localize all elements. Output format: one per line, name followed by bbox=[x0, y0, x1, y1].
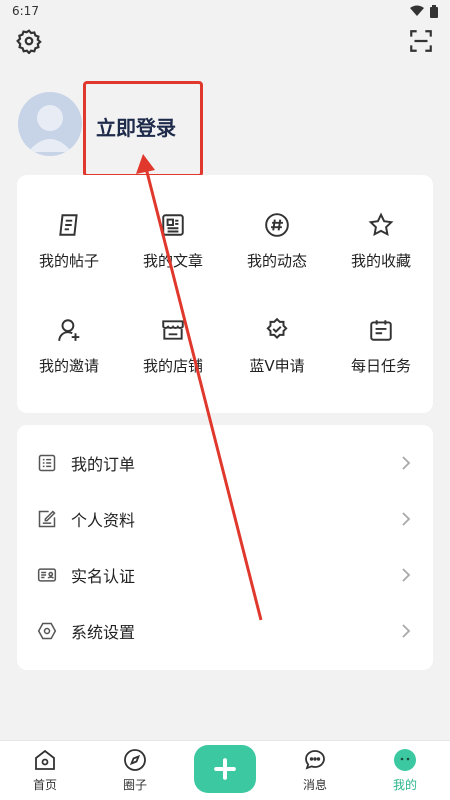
article-icon bbox=[162, 214, 184, 236]
scan-icon[interactable] bbox=[408, 28, 434, 54]
battery-icon bbox=[430, 4, 438, 18]
default-avatar-icon bbox=[28, 105, 72, 152]
calendar-icon bbox=[370, 320, 392, 341]
login-button[interactable]: 立即登录 bbox=[96, 112, 176, 141]
hexagon-settings-icon bbox=[37, 622, 57, 640]
list-item-orders[interactable]: 我的订单 bbox=[17, 435, 433, 491]
chevron-right-icon bbox=[402, 456, 411, 470]
tab-mine[interactable]: 我的 bbox=[370, 748, 440, 793]
star-icon bbox=[368, 212, 394, 237]
grid-item-favorites[interactable]: 我的收藏 bbox=[329, 189, 433, 294]
tab-create[interactable] bbox=[190, 744, 260, 793]
chevron-right-icon bbox=[402, 624, 411, 638]
profile-face-icon bbox=[394, 749, 416, 771]
top-bar bbox=[0, 24, 450, 58]
tab-label: 圈子 bbox=[122, 778, 147, 792]
create-post-button[interactable] bbox=[194, 744, 256, 793]
order-list-icon bbox=[38, 454, 56, 472]
gear-icon[interactable] bbox=[16, 28, 42, 54]
list-item-verification[interactable]: 实名认证 bbox=[17, 547, 433, 603]
tab-home[interactable]: 首页 bbox=[10, 748, 80, 793]
grid-label: 我的动态 bbox=[246, 252, 307, 270]
wifi-icon bbox=[410, 5, 424, 16]
profile-header: 立即登录 bbox=[18, 81, 438, 177]
grid-item-blue-v[interactable]: 蓝V申请 bbox=[225, 294, 329, 399]
grid-label: 我的邀请 bbox=[38, 357, 99, 375]
avatar[interactable] bbox=[18, 92, 82, 156]
list-label: 我的订单 bbox=[71, 455, 136, 474]
grid-item-invites[interactable]: 我的邀请 bbox=[17, 294, 121, 399]
list-item-profile[interactable]: 个人资料 bbox=[17, 491, 433, 547]
status-time: 6:17 bbox=[12, 4, 39, 18]
grid-label: 我的店铺 bbox=[142, 357, 203, 375]
grid-item-daily-tasks[interactable]: 每日任务 bbox=[329, 294, 433, 399]
grid-label: 我的文章 bbox=[142, 252, 203, 270]
bottom-tab-bar: 首页 圈子 消息 我的 bbox=[0, 740, 450, 800]
chevron-right-icon bbox=[402, 568, 411, 582]
message-icon bbox=[305, 750, 325, 770]
status-icons bbox=[410, 4, 438, 18]
chevron-right-icon bbox=[402, 512, 411, 526]
grid-label: 我的帖子 bbox=[38, 252, 99, 270]
list-label: 个人资料 bbox=[71, 511, 136, 530]
store-icon bbox=[162, 320, 184, 340]
tab-messages[interactable]: 消息 bbox=[280, 748, 350, 793]
list-label: 实名认证 bbox=[71, 567, 136, 586]
invite-user-icon bbox=[58, 319, 80, 341]
grid-label: 我的收藏 bbox=[350, 252, 411, 270]
post-icon bbox=[59, 214, 78, 236]
hashtag-icon bbox=[265, 213, 289, 237]
tab-label: 消息 bbox=[302, 778, 327, 792]
id-card-icon bbox=[37, 568, 57, 582]
tab-label: 首页 bbox=[32, 778, 57, 792]
grid-item-articles[interactable]: 我的文章 bbox=[121, 189, 225, 294]
feature-grid: 我的帖子 我的文章 我的动态 我的收藏 我的邀请 我的店铺 蓝V申请 每日任务 bbox=[17, 175, 433, 413]
grid-label: 蓝V申请 bbox=[249, 357, 305, 375]
list-item-system-settings[interactable]: 系统设置 bbox=[17, 603, 433, 659]
settings-list: 我的订单 个人资料 实名认证 系统设置 bbox=[17, 425, 433, 670]
plus-icon bbox=[214, 757, 236, 780]
edit-profile-icon bbox=[38, 510, 56, 528]
list-label: 系统设置 bbox=[71, 623, 136, 642]
compass-icon bbox=[124, 749, 146, 771]
tab-label: 我的 bbox=[392, 778, 417, 792]
tab-circle[interactable]: 圈子 bbox=[100, 748, 170, 793]
grid-item-posts[interactable]: 我的帖子 bbox=[17, 189, 121, 294]
verified-badge-icon bbox=[266, 317, 288, 339]
home-icon bbox=[35, 749, 55, 770]
grid-item-store[interactable]: 我的店铺 bbox=[121, 294, 225, 399]
grid-label: 每日任务 bbox=[350, 357, 411, 375]
grid-item-moments[interactable]: 我的动态 bbox=[225, 189, 329, 294]
status-bar: 6:17 bbox=[0, 0, 450, 22]
